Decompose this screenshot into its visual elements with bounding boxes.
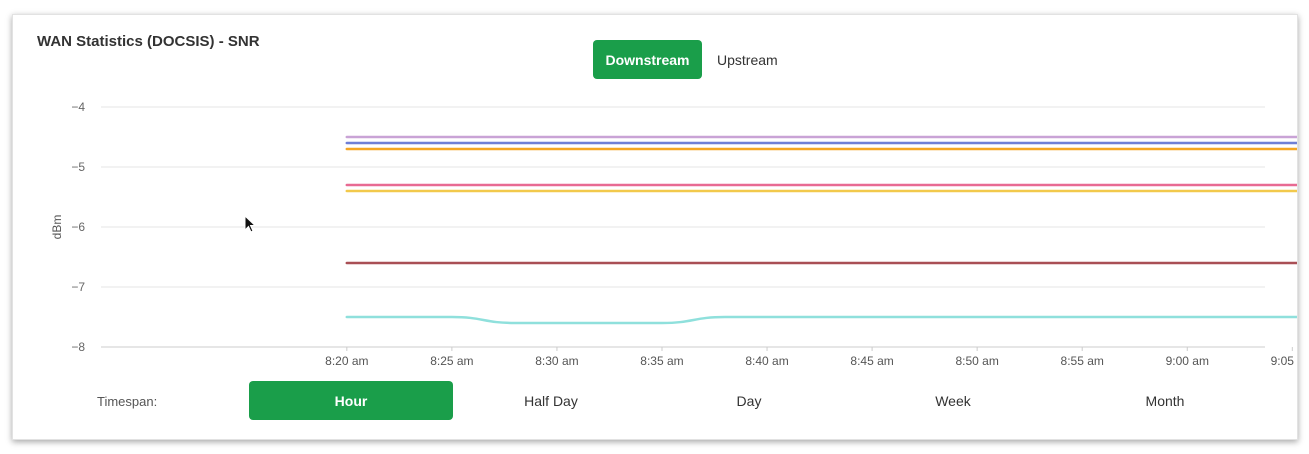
- x-tick-label: 8:50 am: [955, 354, 998, 368]
- x-tick-label: 8:45 am: [850, 354, 893, 368]
- x-tick-label: 8:40 am: [745, 354, 788, 368]
- timespan-month-button[interactable]: Month: [1077, 381, 1253, 420]
- y-tick-label: −4: [71, 100, 85, 114]
- y-tick-label: −6: [71, 220, 85, 234]
- timespan-week-button[interactable]: Week: [865, 381, 1041, 420]
- timespan-selector: Timespan: Hour Half Day Day Week Month: [13, 381, 1297, 421]
- x-tick-label: 9:05 am: [1271, 354, 1297, 368]
- timespan-half-day-button[interactable]: Half Day: [463, 381, 639, 420]
- y-tick-label: −8: [71, 340, 85, 354]
- x-tick-label: 8:25 am: [430, 354, 473, 368]
- wan-statistics-panel: WAN Statistics (DOCSIS) - SNR Downstream…: [12, 14, 1298, 440]
- timespan-day-button[interactable]: Day: [661, 381, 837, 420]
- x-tick-label: 8:20 am: [325, 354, 368, 368]
- y-tick-label: −7: [71, 280, 85, 294]
- x-tick-label: 8:30 am: [535, 354, 578, 368]
- timespan-label: Timespan:: [97, 394, 158, 409]
- x-tick-label: 8:35 am: [640, 354, 683, 368]
- series-line-7: [345, 315, 1297, 325]
- x-tick-label: 8:55 am: [1061, 354, 1104, 368]
- y-axis-label: dBm: [50, 215, 64, 240]
- snr-chart: −4 −5 −6 −7 −8 dBm 8:20 am 8:25 am 8:30 am 8:35 a…: [50, 100, 1297, 368]
- mouse-pointer-icon: [244, 214, 257, 238]
- y-tick-label: −5: [71, 160, 85, 174]
- x-tick-label: 9:00 am: [1166, 354, 1209, 368]
- timespan-hour-button[interactable]: Hour: [249, 381, 453, 420]
